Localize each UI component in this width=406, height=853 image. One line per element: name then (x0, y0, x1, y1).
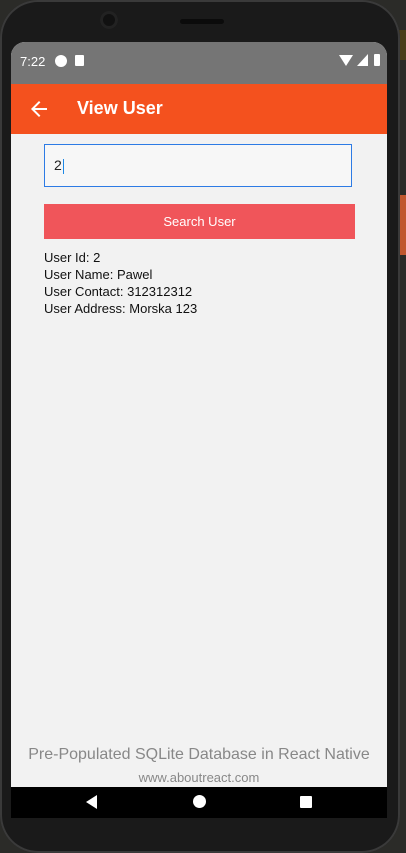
wifi-icon (339, 55, 353, 66)
user-id-text: User Id: 2 (44, 250, 101, 265)
app-notification-icon (55, 55, 67, 67)
nav-recent-apps-icon[interactable] (300, 796, 312, 808)
user-name-text: User Name: Pawel (44, 267, 153, 282)
earpiece-speaker (180, 19, 224, 24)
clipboard-icon (75, 55, 84, 66)
footer-url: www.aboutreact.com (138, 770, 260, 785)
system-nav-bar (11, 787, 387, 818)
user-address-text: User Address: Morska 123 (44, 301, 198, 316)
battery-icon (374, 54, 380, 66)
phone-screen: 7:22 View User 2 Search User User Id: 2 … (11, 42, 387, 818)
user-contact-text: User Contact: 312312312 (44, 284, 193, 299)
arrow-left-icon[interactable] (27, 97, 51, 121)
search-user-button-label: Search User (163, 214, 236, 229)
footer-title: Pre-Populated SQLite Database in React N… (28, 746, 370, 763)
search-user-button[interactable]: Search User (44, 204, 355, 239)
signal-icon (357, 54, 368, 66)
user-details: User Id: 2 User Name: Pawel User Contact… (44, 249, 197, 317)
status-bar: 7:22 (11, 42, 387, 84)
user-id-input-value: 2 (54, 157, 62, 173)
user-id-input[interactable]: 2 (44, 144, 352, 187)
desktop-background-side (400, 195, 406, 255)
app-toolbar: View User (11, 84, 387, 134)
nav-back-icon[interactable] (86, 795, 97, 809)
status-time: 7:22 (20, 54, 46, 69)
text-cursor (62, 158, 64, 174)
nav-home-icon[interactable] (193, 795, 206, 808)
front-camera (100, 11, 118, 29)
page-title: View User (77, 98, 163, 118)
phone-frame: 7:22 View User 2 Search User User Id: 2 … (0, 0, 400, 853)
